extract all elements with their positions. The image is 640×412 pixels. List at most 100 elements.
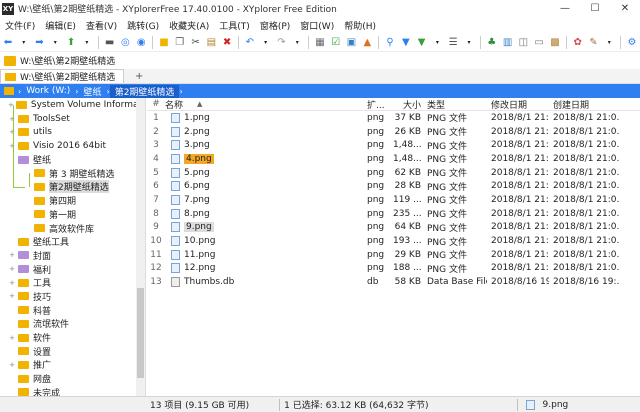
tree-item[interactable]: 第一期 bbox=[0, 208, 145, 222]
preview-icon[interactable]: ▭ bbox=[533, 36, 546, 50]
menu-item[interactable]: 窗格(P) bbox=[255, 19, 295, 32]
tree-item[interactable]: 科普 bbox=[0, 303, 145, 317]
tree-item[interactable]: 网盘 bbox=[0, 372, 145, 386]
new-tab-button[interactable]: + bbox=[124, 69, 154, 83]
file-name-cell[interactable]: 3.png bbox=[165, 140, 367, 151]
minimize-button[interactable]: — bbox=[550, 0, 580, 17]
scrollbar-thumb[interactable] bbox=[137, 288, 144, 378]
tree-scrollbar[interactable] bbox=[136, 98, 145, 396]
column-type[interactable]: 类型 bbox=[423, 98, 487, 111]
file-name-cell[interactable]: 4.png bbox=[165, 153, 367, 164]
properties-icon[interactable]: ▦ bbox=[314, 36, 327, 50]
up-icon[interactable]: ⬆ bbox=[65, 36, 78, 50]
address-bar[interactable]: W:\壁纸\第2期壁纸精选 bbox=[0, 52, 640, 69]
table-row[interactable]: 7 7.png png 119 ... PNG 文件 2018/8/1 21:0... 20… bbox=[147, 193, 640, 207]
tree-item[interactable]: + System Volume Information bbox=[0, 98, 145, 112]
tree-item[interactable]: + ToolsSet bbox=[0, 112, 145, 126]
table-row[interactable]: 8 8.png png 235 ... PNG 文件 2018/8/1 21:0... 20… bbox=[147, 207, 640, 221]
tree-item[interactable]: + 福利 bbox=[0, 262, 145, 276]
maximize-button[interactable]: ☐ bbox=[580, 0, 610, 17]
column-size[interactable]: 大小 bbox=[393, 98, 423, 111]
brush-dropdown-icon[interactable]: ▾ bbox=[603, 36, 616, 50]
monitor-icon[interactable]: ▬ bbox=[103, 36, 116, 50]
search-globe-icon[interactable]: ◉ bbox=[135, 36, 148, 50]
file-name-cell[interactable]: 6.png bbox=[165, 181, 367, 192]
brush-icon[interactable]: ✎ bbox=[587, 36, 600, 50]
expand-icon[interactable]: + bbox=[8, 128, 16, 136]
expand-icon[interactable]: + bbox=[8, 279, 16, 287]
delete-icon[interactable]: ✖ bbox=[221, 36, 234, 50]
redo-icon[interactable]: ↷ bbox=[275, 36, 288, 50]
redo-dropdown-icon[interactable]: ▾ bbox=[291, 36, 304, 50]
table-row[interactable]: 2 2.png png 26 KB PNG 文件 2018/8/1 21:0... 2018… bbox=[147, 125, 640, 139]
column-ext[interactable]: 扩... bbox=[367, 98, 393, 111]
column-name[interactable]: 名称 ▲ bbox=[165, 98, 367, 111]
file-list[interactable]: # 名称 ▲ 扩... 大小 类型 修改日期 创建日期 1 1.png png 37 … bbox=[147, 98, 640, 396]
expand-icon[interactable]: + bbox=[8, 265, 16, 273]
forward-dropdown-icon[interactable]: ▾ bbox=[49, 36, 62, 50]
file-name-cell[interactable]: 2.png bbox=[165, 126, 367, 137]
table-row[interactable]: 3 3.png png 1,48... PNG 文件 2018/8/1 21:0... 20… bbox=[147, 138, 640, 152]
table-row[interactable]: 10 10.png png 193 ... PNG 文件 2018/8/1 21:0...… bbox=[147, 234, 640, 248]
tree-item[interactable]: 流氓软件 bbox=[0, 317, 145, 331]
breadcrumb-current[interactable]: 第2期壁纸精选 bbox=[109, 84, 180, 98]
expand-icon[interactable]: + bbox=[8, 361, 16, 369]
panes-icon[interactable]: ◫ bbox=[517, 36, 530, 50]
info-icon[interactable]: ▩ bbox=[549, 36, 562, 50]
breadcrumb-drive[interactable]: Work (W:) bbox=[21, 86, 75, 96]
view-icon[interactable]: ☰ bbox=[447, 36, 460, 50]
undo-icon[interactable]: ↶ bbox=[243, 36, 256, 50]
back-icon[interactable]: ⬅ bbox=[2, 36, 15, 50]
file-name-cell[interactable]: 12.png bbox=[165, 263, 367, 274]
file-name-cell[interactable]: 10.png bbox=[165, 236, 367, 247]
table-row[interactable]: 12 12.png png 188 ... PNG 文件 2018/8/1 21:0...… bbox=[147, 262, 640, 276]
table-row[interactable]: 11 11.png png 29 KB PNG 文件 2018/8/1 21:0... 20… bbox=[147, 248, 640, 262]
expand-icon[interactable]: + bbox=[8, 115, 16, 123]
menu-item[interactable]: 文件(F) bbox=[0, 19, 40, 32]
column-modified[interactable]: 修改日期 bbox=[487, 98, 549, 111]
tree-item[interactable]: 壁纸 bbox=[0, 153, 145, 167]
table-row[interactable]: 1 1.png png 37 KB PNG 文件 2018/8/1 21:0... 2018… bbox=[147, 111, 640, 125]
tree-item[interactable]: + Visio 2016 64bit bbox=[0, 139, 145, 153]
tools-icon[interactable]: ✿ bbox=[571, 36, 584, 50]
tree-item[interactable]: 未完成 bbox=[0, 385, 145, 396]
tree-item[interactable]: + utils bbox=[0, 125, 145, 139]
expand-icon[interactable]: + bbox=[8, 251, 16, 259]
tree-item[interactable]: 第四期 bbox=[0, 194, 145, 208]
menu-item[interactable]: 编辑(E) bbox=[40, 19, 81, 32]
layout-icon[interactable]: ▥ bbox=[501, 36, 514, 50]
close-button[interactable]: ✕ bbox=[610, 0, 640, 17]
table-row[interactable]: 9 9.png png 64 KB PNG 文件 2018/8/1 21:0... 2018… bbox=[147, 221, 640, 235]
up-dropdown-icon[interactable]: ▾ bbox=[80, 36, 93, 50]
filter-green-icon[interactable]: ▼ bbox=[415, 36, 428, 50]
table-row[interactable]: 6 6.png png 28 KB PNG 文件 2018/8/1 21:0... 2018… bbox=[147, 179, 640, 193]
expand-icon[interactable]: + bbox=[8, 334, 16, 342]
table-row[interactable]: 13 Thumbs.db db 58 KB Data Base File 2018/8/1… bbox=[147, 275, 640, 289]
tree-item[interactable]: 设置 bbox=[0, 344, 145, 358]
menu-item[interactable]: 查看(V) bbox=[81, 19, 122, 32]
target-icon[interactable]: ◎ bbox=[119, 36, 132, 50]
filter-dropdown-icon[interactable]: ▾ bbox=[431, 36, 444, 50]
menu-item[interactable]: 收藏夹(A) bbox=[164, 19, 214, 32]
menu-item[interactable]: 窗口(W) bbox=[295, 19, 339, 32]
tree-item[interactable]: 高效软件库 bbox=[0, 221, 145, 235]
table-row[interactable]: 5 5.png png 62 KB PNG 文件 2018/8/1 21:0... 2018… bbox=[147, 166, 640, 180]
file-name-cell[interactable]: 5.png bbox=[165, 167, 367, 178]
chevron-right-icon[interactable]: › bbox=[179, 87, 182, 96]
tree-item[interactable]: + 工具 bbox=[0, 276, 145, 290]
settings-icon[interactable]: ⚙ bbox=[626, 36, 639, 50]
address-path[interactable]: W:\壁纸\第2期壁纸精选 bbox=[20, 54, 115, 67]
tree-item[interactable]: + 封面 bbox=[0, 249, 145, 263]
expand-icon[interactable]: + bbox=[8, 142, 16, 150]
table-row[interactable]: 4 4.png png 1,48... PNG 文件 2018/8/1 21:0... 20… bbox=[147, 152, 640, 166]
tree-item[interactable]: 第 3 期壁纸精选 bbox=[0, 166, 145, 180]
search-icon[interactable]: ⚲ bbox=[384, 36, 397, 50]
forward-icon[interactable]: ➡ bbox=[33, 36, 46, 50]
image-icon[interactable]: ▣ bbox=[345, 36, 358, 50]
tree-item[interactable]: 壁纸工具 bbox=[0, 235, 145, 249]
file-name-cell[interactable]: 7.png bbox=[165, 194, 367, 205]
cut-icon[interactable]: ✂ bbox=[189, 36, 202, 50]
file-name-cell[interactable]: 8.png bbox=[165, 208, 367, 219]
view-dropdown-icon[interactable]: ▾ bbox=[463, 36, 476, 50]
paste-icon[interactable]: ▤ bbox=[205, 36, 218, 50]
